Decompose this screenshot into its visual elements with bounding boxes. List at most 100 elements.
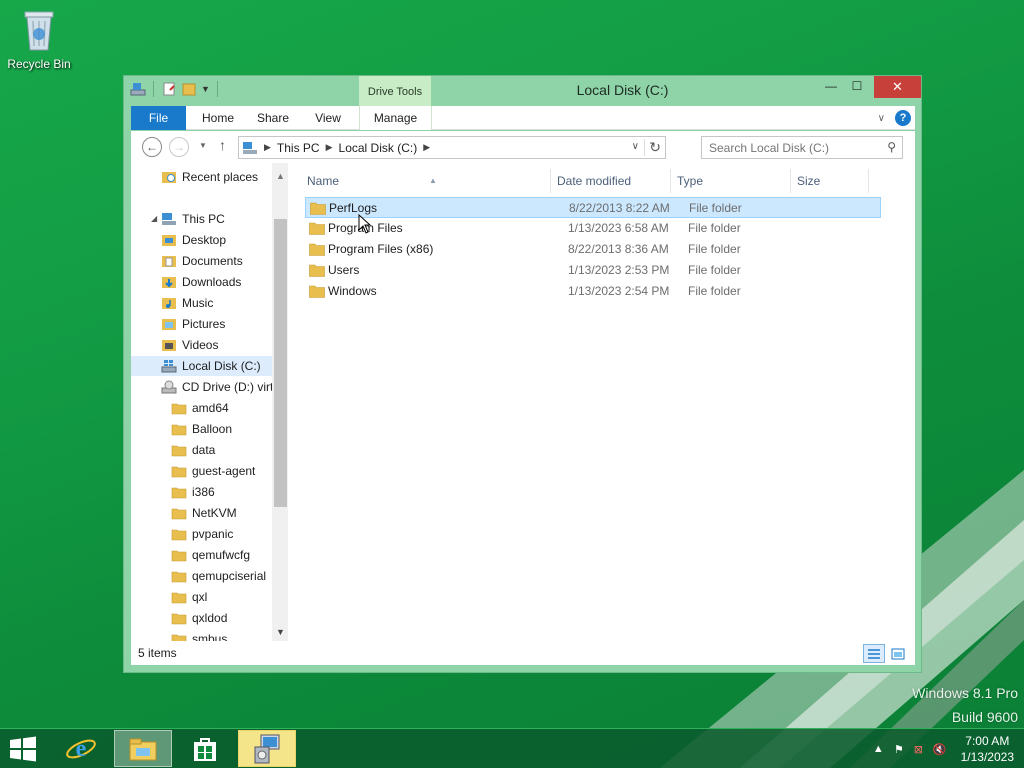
scrollbar-thumb[interactable]	[274, 219, 287, 507]
nav-label: Local Disk (C:)	[182, 359, 261, 373]
clock-date: 1/13/2023	[960, 750, 1014, 764]
recent-places-icon	[162, 172, 176, 183]
file-explorer-taskbar-button[interactable]	[114, 730, 172, 767]
scroll-up-icon[interactable]: ▲	[276, 171, 285, 181]
nav-label: i386	[192, 485, 215, 499]
nav-recent-places[interactable]: Recent places	[161, 167, 258, 187]
back-button[interactable]: ←	[142, 137, 162, 157]
up-button[interactable]: ↑	[219, 137, 226, 153]
network-icon[interactable]: ⊠	[914, 743, 923, 756]
address-bar[interactable]: ▶ This PC ▶ Local Disk (C:) ▶ ∨ ↻	[238, 136, 666, 159]
expand-ribbon-icon[interactable]: ∨	[878, 113, 885, 124]
nav-cd-subfolder[interactable]: Balloon	[171, 419, 232, 439]
expand-arrow-icon[interactable]: ◢	[151, 209, 157, 229]
store-taskbar-button[interactable]	[176, 730, 234, 767]
folder-icon	[171, 508, 187, 520]
nav-cd-subfolder[interactable]: amd64	[171, 398, 229, 418]
nav-cd-subfolder[interactable]: i386	[171, 482, 215, 502]
clock[interactable]: 7:00 AM 1/13/2023	[961, 733, 1014, 765]
nav-cd-subfolder[interactable]: guest-agent	[171, 461, 255, 481]
tab-share[interactable]: Share	[248, 106, 298, 130]
maximize-button[interactable]: ☐	[843, 76, 871, 98]
nav-cd-subfolder[interactable]: pvpanic	[171, 524, 233, 544]
large-icons-view-button[interactable]	[887, 644, 909, 663]
start-button-icon[interactable]	[8, 735, 38, 763]
recent-locations-icon[interactable]: ▼	[199, 141, 207, 150]
nav-downloads[interactable]: Downloads	[161, 272, 241, 292]
chevron-right-icon[interactable]: ▶	[264, 142, 271, 153]
videos-folder-icon	[162, 340, 176, 351]
file-date-modified: 8/22/2013 8:22 AM	[569, 201, 670, 215]
search-box[interactable]: ⚲	[701, 136, 903, 159]
search-icon[interactable]: ⚲	[887, 140, 896, 154]
setup-program-taskbar-button[interactable]	[238, 730, 296, 767]
nav-pictures[interactable]: Pictures	[161, 314, 225, 334]
help-icon[interactable]: ?	[895, 110, 911, 126]
scroll-down-icon[interactable]: ▼	[276, 627, 285, 637]
file-list-pane: Name ▲ Date modified Type Size PerfLogs 8…	[289, 163, 915, 641]
nav-cd-subfolder[interactable]: NetKVM	[171, 503, 237, 523]
nav-pane-scrollbar[interactable]: ▲ ▼	[272, 163, 288, 641]
folder-icon	[171, 592, 187, 604]
nav-this-pc[interactable]: ◢ This PC	[151, 209, 225, 229]
nav-label: Desktop	[182, 233, 227, 247]
nav-cd-subfolder[interactable]: data	[171, 440, 215, 460]
nav-cd-subfolder[interactable]: qxl	[171, 587, 207, 607]
table-row[interactable]: Windows 1/13/2023 2:54 PM File folder	[305, 281, 881, 302]
setup-program-icon	[254, 734, 280, 763]
file-type: File folder	[688, 284, 741, 298]
folder-icon	[309, 264, 325, 277]
table-row[interactable]: Users 1/13/2023 2:53 PM File folder	[305, 260, 881, 281]
breadcrumb-local-disk[interactable]: Local Disk (C:)	[339, 141, 418, 155]
details-view-button[interactable]	[863, 644, 885, 663]
nav-cd-drive[interactable]: CD Drive (D:) virt	[161, 377, 273, 397]
tab-manage[interactable]: Manage	[359, 106, 432, 130]
nav-cd-subfolder[interactable]: qxldod	[171, 608, 227, 628]
table-row[interactable]: PerfLogs 8/22/2013 8:22 AM File folder	[305, 197, 881, 218]
show-hidden-icons-icon[interactable]: ▲	[873, 743, 884, 755]
tab-home[interactable]: Home	[191, 106, 245, 130]
nav-videos[interactable]: Videos	[161, 335, 218, 355]
table-row[interactable]: Program Files 1/13/2023 6:58 AM File folde…	[305, 218, 881, 239]
folder-icon	[171, 466, 187, 478]
nav-cd-subfolder[interactable]: smbus	[171, 629, 227, 641]
file-name: Users	[328, 263, 360, 277]
nav-label: qemupciserial	[192, 569, 267, 583]
nav-desktop[interactable]: Desktop	[161, 230, 226, 250]
tab-view[interactable]: View	[305, 106, 351, 130]
minimize-button[interactable]: —	[817, 76, 845, 98]
chevron-right-icon[interactable]: ▶	[326, 142, 333, 153]
explorer-window: ▼ Drive Tools Local Disk (C:) — ☐ ✕ File…	[123, 75, 922, 673]
column-header-name[interactable]: Name ▲	[289, 169, 551, 193]
nav-local-disk[interactable]: Local Disk (C:)	[131, 356, 272, 376]
internet-explorer-taskbar-button[interactable]: e	[52, 730, 110, 767]
chevron-right-icon[interactable]: ▶	[423, 142, 430, 153]
action-center-flag-icon[interactable]: ⚑	[894, 743, 904, 756]
title-bar[interactable]: ▼ Drive Tools Local Disk (C:) — ☐ ✕	[124, 76, 921, 106]
tab-file[interactable]: File	[131, 106, 186, 130]
local-disk-icon	[161, 360, 177, 373]
svg-text:e: e	[76, 736, 87, 762]
nav-cd-subfolder[interactable]: qemufwcfg	[171, 545, 250, 565]
close-button[interactable]: ✕	[874, 76, 921, 98]
nav-label: smbus	[192, 632, 228, 641]
folder-icon	[171, 613, 187, 625]
breadcrumb-this-pc[interactable]: This PC	[277, 141, 320, 155]
nav-cd-subfolder[interactable]: qemupciserial	[171, 566, 266, 586]
table-row[interactable]: Program Files (x86) 8/22/2013 8:36 AM File…	[305, 239, 881, 260]
column-header-date[interactable]: Date modified	[551, 169, 671, 193]
nav-documents[interactable]: Documents	[161, 251, 243, 271]
column-header-size[interactable]: Size	[791, 169, 869, 193]
internet-explorer-icon: e	[66, 736, 96, 762]
forward-button[interactable]: →	[169, 137, 189, 157]
nav-music[interactable]: Music	[161, 293, 213, 313]
file-type: File folder	[688, 242, 741, 256]
address-dropdown-icon[interactable]: ∨	[632, 141, 639, 152]
column-header-type[interactable]: Type	[671, 169, 791, 193]
nav-label: CD Drive (D:) virt	[182, 380, 274, 394]
search-input[interactable]	[702, 137, 872, 158]
folder-icon	[171, 403, 187, 415]
volume-muted-icon[interactable]: 🔇	[933, 743, 947, 756]
refresh-icon[interactable]: ↻	[644, 139, 661, 156]
recycle-bin-desktop-icon[interactable]: Recycle Bin	[4, 6, 74, 71]
